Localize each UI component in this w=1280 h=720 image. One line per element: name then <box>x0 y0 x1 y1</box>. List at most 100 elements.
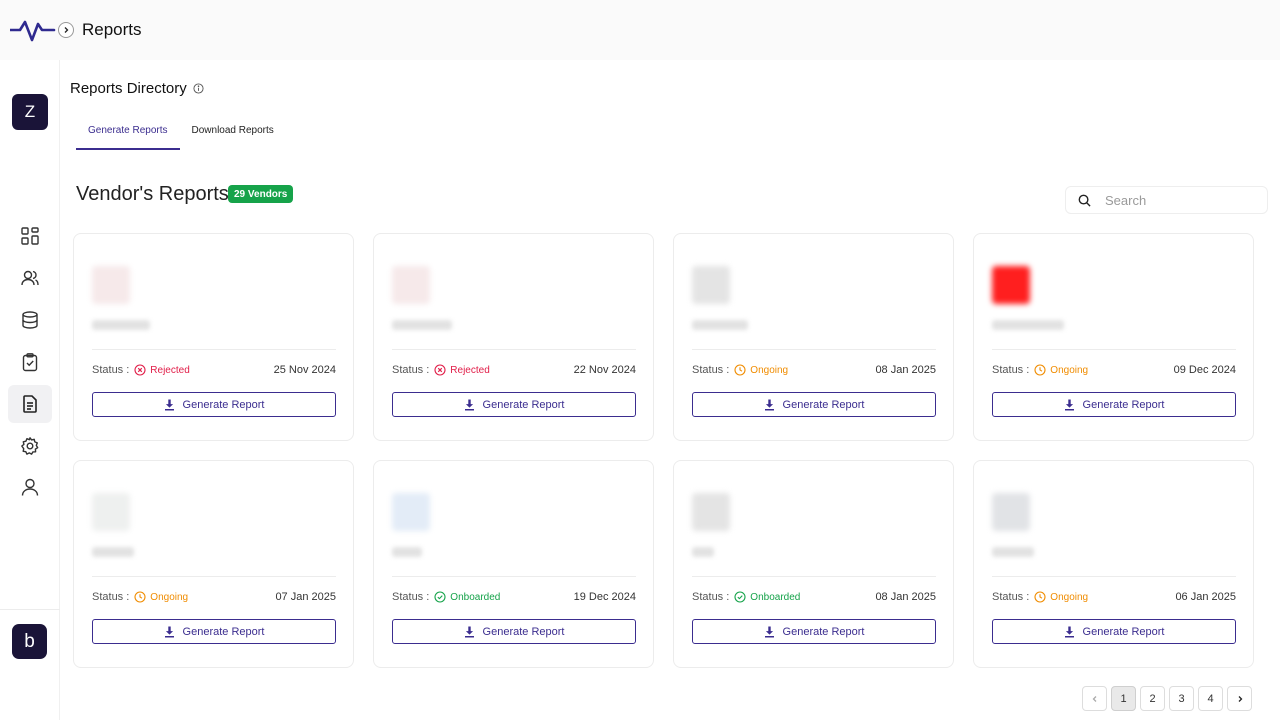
search-input[interactable] <box>1105 192 1255 208</box>
status-value: Rejected <box>450 364 490 376</box>
chevron-left-icon <box>1092 695 1096 702</box>
vendor-name-redacted <box>392 320 452 330</box>
card-divider <box>92 576 336 577</box>
user-icon <box>21 478 39 496</box>
generate-report-label: Generate Report <box>182 398 265 411</box>
search-icon <box>1078 194 1091 207</box>
clock-icon <box>134 591 146 603</box>
status-value: Rejected <box>150 364 190 376</box>
rejected-icon <box>134 364 146 376</box>
status-value: Onboarded <box>750 591 801 603</box>
generate-report-button[interactable]: Generate Report <box>692 619 936 644</box>
vendor-logo <box>692 493 730 531</box>
report-date: 22 Nov 2024 <box>573 364 636 376</box>
vendor-logo <box>92 266 130 304</box>
report-date: 07 Jan 2025 <box>275 591 336 603</box>
generate-report-label: Generate Report <box>482 398 565 411</box>
status-row: Status : Ongoing 09 Dec 2024 <box>992 363 1236 377</box>
status-row: Status : Ongoing 06 Jan 2025 <box>992 590 1236 604</box>
vendor-card: Status : Onboarded 19 Dec 2024 Generate Rep… <box>373 460 654 668</box>
generate-report-label: Generate Report <box>782 398 865 411</box>
vendor-card: Status : Ongoing 07 Jan 2025 Generate Repor… <box>73 460 354 668</box>
card-divider <box>392 349 636 350</box>
pagination-page-2[interactable]: 2 <box>1140 686 1165 711</box>
vendor-logo <box>92 493 130 531</box>
vendor-logo <box>992 493 1030 531</box>
generate-report-label: Generate Report <box>782 625 865 638</box>
top-bar: Reports <box>0 0 1280 60</box>
pagination-prev-button[interactable] <box>1082 686 1107 711</box>
chevron-right-icon <box>1238 695 1242 702</box>
users-icon <box>21 270 39 286</box>
sidebar: Z b <box>0 60 60 720</box>
sidebar-toggle-button[interactable] <box>58 22 74 38</box>
download-icon <box>764 399 774 410</box>
pagination-page-1[interactable]: 1 <box>1111 686 1136 711</box>
status-label: Status : <box>692 591 730 603</box>
vendor-name-redacted <box>692 547 714 557</box>
reports-directory-heading: Reports Directory <box>70 80 204 97</box>
clock-icon <box>1034 364 1046 376</box>
status-value: Ongoing <box>750 364 789 376</box>
document-icon <box>23 395 37 413</box>
check-circle-icon <box>734 591 746 603</box>
status-label: Status : <box>392 364 430 376</box>
vendor-card: Status : Rejected 25 Nov 2024 Generate Repo… <box>73 233 354 441</box>
sidebar-item-tasks[interactable] <box>8 343 52 381</box>
generate-report-button[interactable]: Generate Report <box>392 392 636 417</box>
sidebar-item-database[interactable] <box>8 301 52 339</box>
generate-report-button[interactable]: Generate Report <box>92 392 336 417</box>
sidebar-item-dashboard[interactable] <box>8 217 52 255</box>
generate-report-label: Generate Report <box>182 625 265 638</box>
download-icon <box>464 399 474 410</box>
vendor-count-badge: 29 Vendors <box>228 185 294 203</box>
tab-download-reports[interactable]: Download Reports <box>180 112 286 150</box>
search-box <box>1065 186 1268 214</box>
generate-report-button[interactable]: Generate Report <box>992 619 1236 644</box>
sidebar-item-profile[interactable] <box>8 468 52 506</box>
generate-report-button[interactable]: Generate Report <box>692 392 936 417</box>
database-icon <box>22 311 38 329</box>
vendor-card: Status : Onboarded 08 Jan 2025 Generate Rep… <box>673 460 954 668</box>
download-icon <box>1064 399 1074 410</box>
report-date: 06 Jan 2025 <box>1175 591 1236 603</box>
generate-report-label: Generate Report <box>1082 625 1165 638</box>
info-icon[interactable] <box>193 83 204 94</box>
pagination-next-button[interactable] <box>1227 686 1252 711</box>
status-row: Status : Rejected 22 Nov 2024 <box>392 363 636 377</box>
brand-avatar[interactable]: b <box>12 624 47 659</box>
sidebar-item-settings[interactable] <box>8 427 52 465</box>
vendor-name-redacted <box>992 320 1064 330</box>
status-label: Status : <box>692 364 730 376</box>
status-label: Status : <box>392 591 430 603</box>
check-circle-icon <box>434 591 446 603</box>
vendor-logo <box>992 266 1030 304</box>
clipboard-check-icon <box>22 353 38 372</box>
vendor-card: Status : Ongoing 09 Dec 2024 Generate Repor… <box>973 233 1254 441</box>
card-divider <box>692 576 936 577</box>
vendor-card: Status : Ongoing 08 Jan 2025 Generate Repor… <box>673 233 954 441</box>
generate-report-button[interactable]: Generate Report <box>992 392 1236 417</box>
status-row: Status : Onboarded 19 Dec 2024 <box>392 590 636 604</box>
sidebar-item-reports[interactable] <box>8 385 52 423</box>
gear-icon <box>21 437 39 455</box>
card-divider <box>992 349 1236 350</box>
download-icon <box>164 399 174 410</box>
report-date: 19 Dec 2024 <box>573 591 636 603</box>
page-title: Reports <box>82 20 142 39</box>
status-label: Status : <box>992 364 1030 376</box>
workspace-avatar[interactable]: Z <box>12 94 48 130</box>
download-icon <box>164 626 174 637</box>
vendor-logo <box>392 266 430 304</box>
download-icon <box>464 626 474 637</box>
generate-report-button[interactable]: Generate Report <box>392 619 636 644</box>
tab-generate-reports[interactable]: Generate Reports <box>76 112 180 150</box>
generate-report-button[interactable]: Generate Report <box>92 619 336 644</box>
status-value: Ongoing <box>1050 364 1089 376</box>
status-label: Status : <box>92 364 130 376</box>
vendor-logo <box>392 493 430 531</box>
sidebar-item-users[interactable] <box>8 259 52 297</box>
pagination-page-3[interactable]: 3 <box>1169 686 1194 711</box>
vendor-name-redacted <box>92 547 134 557</box>
pagination-page-4[interactable]: 4 <box>1198 686 1223 711</box>
